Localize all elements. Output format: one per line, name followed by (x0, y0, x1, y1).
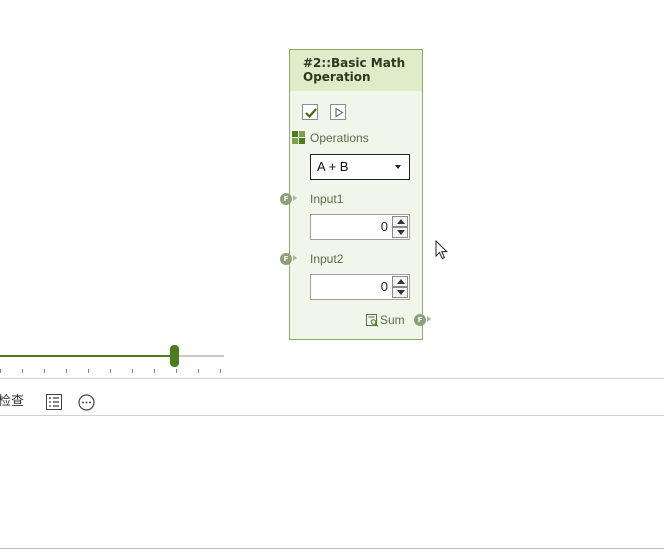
input1-value[interactable]: 0 (381, 215, 388, 239)
output-label: Sum (380, 313, 405, 327)
list-view-icon (46, 394, 62, 410)
panel-bottom-border (0, 548, 664, 549)
slider-tick (220, 369, 221, 373)
slider-track-filled[interactable] (0, 355, 175, 357)
more-options-icon (78, 394, 95, 411)
grid-icon (292, 131, 305, 144)
input2-port[interactable]: F (280, 253, 292, 265)
enable-toggle-button[interactable] (302, 104, 318, 120)
arrow-down-icon (396, 230, 405, 235)
operation-selected-value: A + B (317, 159, 349, 174)
math-operation-node[interactable]: #2::Basic Math Operation Operations A + … (289, 49, 423, 340)
slider-tick (66, 369, 67, 373)
operation-select[interactable]: A + B (310, 154, 410, 180)
arrow-up-icon (396, 219, 405, 224)
slider-tick (0, 369, 1, 373)
mouse-cursor-icon (435, 240, 449, 260)
toolbar-top-divider (0, 378, 664, 379)
input2-value[interactable]: 0 (381, 275, 388, 299)
slider-tick (44, 369, 45, 373)
check-button[interactable]: 检查 (0, 394, 24, 410)
preview-icon (366, 314, 379, 327)
input2-increment-button[interactable] (392, 276, 408, 287)
input1-increment-button[interactable] (392, 216, 408, 227)
input2-port-arrow-icon (293, 255, 297, 261)
toolbar-bottom-divider (0, 415, 664, 416)
arrow-down-icon (396, 290, 405, 295)
more-options-button[interactable] (78, 394, 95, 411)
input2-label: Input2 (310, 252, 344, 266)
checkmark-icon (305, 108, 317, 119)
output-port-arrow-icon (427, 316, 431, 322)
input2-decrement-button[interactable] (392, 287, 408, 298)
input2-stepper[interactable]: 0 (310, 274, 410, 300)
canvas: #2::Basic Math Operation Operations A + … (0, 0, 664, 555)
node-title[interactable]: #2::Basic Math Operation (290, 50, 422, 91)
output-port[interactable]: F (414, 314, 426, 326)
list-view-button[interactable] (46, 394, 62, 410)
run-button[interactable] (330, 104, 346, 120)
slider-tick (110, 369, 111, 373)
slider-tick (22, 369, 23, 373)
slider-thumb[interactable] (170, 345, 179, 367)
input1-decrement-button[interactable] (392, 227, 408, 238)
slider-tick (198, 369, 199, 373)
slider-tick (176, 369, 177, 373)
play-icon (335, 107, 344, 118)
input1-port-arrow-icon (293, 195, 297, 201)
slider-track-empty[interactable] (175, 355, 224, 357)
slider-tick (132, 369, 133, 373)
input1-port[interactable]: F (280, 193, 292, 205)
input1-stepper[interactable]: 0 (310, 214, 410, 240)
slider-tick (88, 369, 89, 373)
operations-label: Operations (310, 131, 369, 145)
input1-label: Input1 (310, 192, 344, 206)
arrow-up-icon (396, 279, 405, 284)
slider-tick (154, 369, 155, 373)
chevron-down-icon (395, 165, 401, 169)
